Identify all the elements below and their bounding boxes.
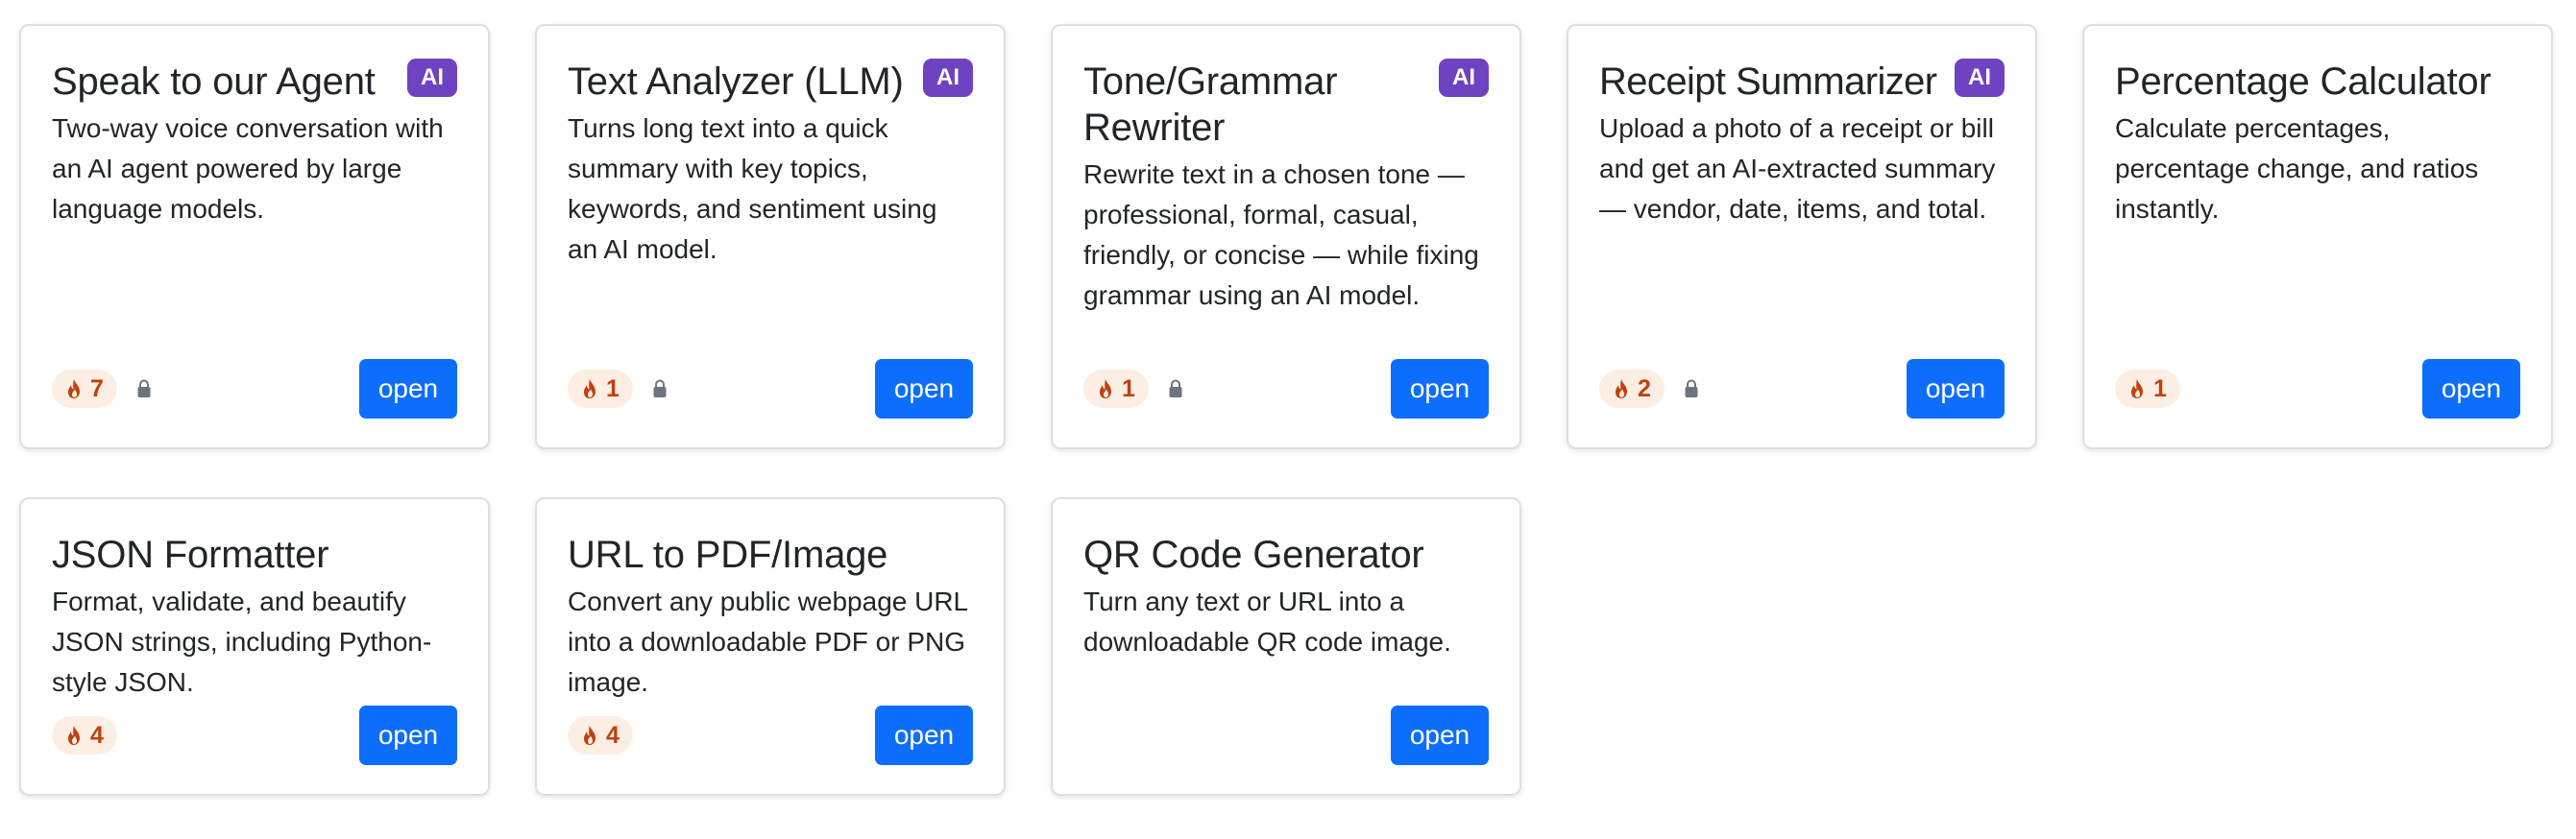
tool-card-speak-to-agent: Speak to our Agent AI Two-way voice conv…	[19, 24, 490, 449]
popularity-count: 7	[90, 374, 104, 402]
card-title: Percentage Calculator	[2115, 60, 2491, 103]
popularity-count: 1	[606, 374, 620, 402]
popularity-count: 4	[90, 721, 104, 749]
popularity-badge: 7	[52, 370, 117, 408]
open-button[interactable]: open	[1391, 359, 1489, 419]
tools-grid: Speak to our Agent AI Two-way voice conv…	[19, 24, 2553, 796]
fire-icon	[1613, 378, 1630, 399]
card-title: Tone/Grammar Rewriter	[1083, 60, 1338, 149]
tool-card-text-analyzer: Text Analyzer (LLM) AI Turns long text i…	[535, 24, 1006, 449]
card-title: Speak to our Agent	[52, 60, 376, 103]
popularity-count: 1	[1122, 374, 1135, 402]
popularity-badge: 4	[568, 716, 633, 755]
fire-icon	[65, 725, 83, 746]
fire-icon	[581, 725, 598, 746]
tool-card-json-formatter: JSON Formatter Format, validate, and bea…	[19, 497, 490, 796]
card-description: Format, validate, and beautify JSON stri…	[52, 587, 432, 697]
tool-card-url-to-pdf: URL to PDF/Image Convert any public webp…	[535, 497, 1006, 796]
fire-icon	[2128, 378, 2146, 399]
lock-icon	[1168, 379, 1183, 398]
popularity-badge: 1	[568, 370, 633, 408]
card-description: Calculate percentages, percentage change…	[2115, 113, 2479, 224]
card-description: Turn any text or URL into a downloadable…	[1083, 587, 1451, 657]
card-description: Upload a photo of a receipt or bill and …	[1599, 113, 1996, 224]
card-description: Convert any public webpage URL into a do…	[568, 587, 968, 697]
card-title: JSON Formatter	[52, 534, 329, 576]
popularity-badge: 1	[1083, 370, 1149, 408]
ai-badge: AI	[1439, 59, 1489, 97]
tool-card-tone-grammar-rewriter: Tone/Grammar Rewriter AI Rewrite text in…	[1051, 24, 1521, 449]
popularity-badge: 4	[52, 716, 117, 755]
card-title: QR Code Generator	[1083, 534, 1424, 576]
tool-card-qr-code-generator: QR Code Generator Turn any text or URL i…	[1051, 497, 1521, 796]
ai-badge: AI	[923, 59, 973, 97]
lock-icon	[1684, 379, 1699, 398]
open-button[interactable]: open	[359, 706, 457, 765]
popularity-count: 2	[1638, 374, 1651, 402]
card-title: Receipt Summarizer	[1599, 60, 1937, 103]
popularity-badge: 2	[1599, 370, 1665, 408]
fire-icon	[1097, 378, 1114, 399]
open-button[interactable]: open	[875, 359, 973, 419]
card-title: Text Analyzer (LLM)	[568, 60, 904, 103]
fire-icon	[65, 378, 83, 399]
card-description: Two-way voice conversation with an AI ag…	[52, 113, 444, 224]
tool-card-percentage-calculator: Percentage Calculator Calculate percenta…	[2082, 24, 2553, 449]
fire-icon	[581, 378, 598, 399]
open-button[interactable]: open	[875, 706, 973, 765]
lock-icon	[652, 379, 668, 398]
card-description: Turns long text into a quick summary wit…	[568, 113, 937, 264]
open-button[interactable]: open	[1391, 706, 1489, 765]
card-title: URL to PDF/Image	[568, 534, 888, 576]
ai-badge: AI	[407, 59, 457, 97]
lock-icon	[136, 379, 152, 398]
open-button[interactable]: open	[2422, 359, 2520, 419]
popularity-count: 1	[2153, 374, 2167, 402]
card-description: Rewrite text in a chosen tone — professi…	[1083, 159, 1479, 310]
tool-card-receipt-summarizer: Receipt Summarizer AI Upload a photo of …	[1567, 24, 2037, 449]
ai-badge: AI	[1955, 59, 2005, 97]
popularity-count: 4	[606, 721, 620, 749]
open-button[interactable]: open	[359, 359, 457, 419]
open-button[interactable]: open	[1907, 359, 2005, 419]
popularity-badge: 1	[2115, 370, 2180, 408]
